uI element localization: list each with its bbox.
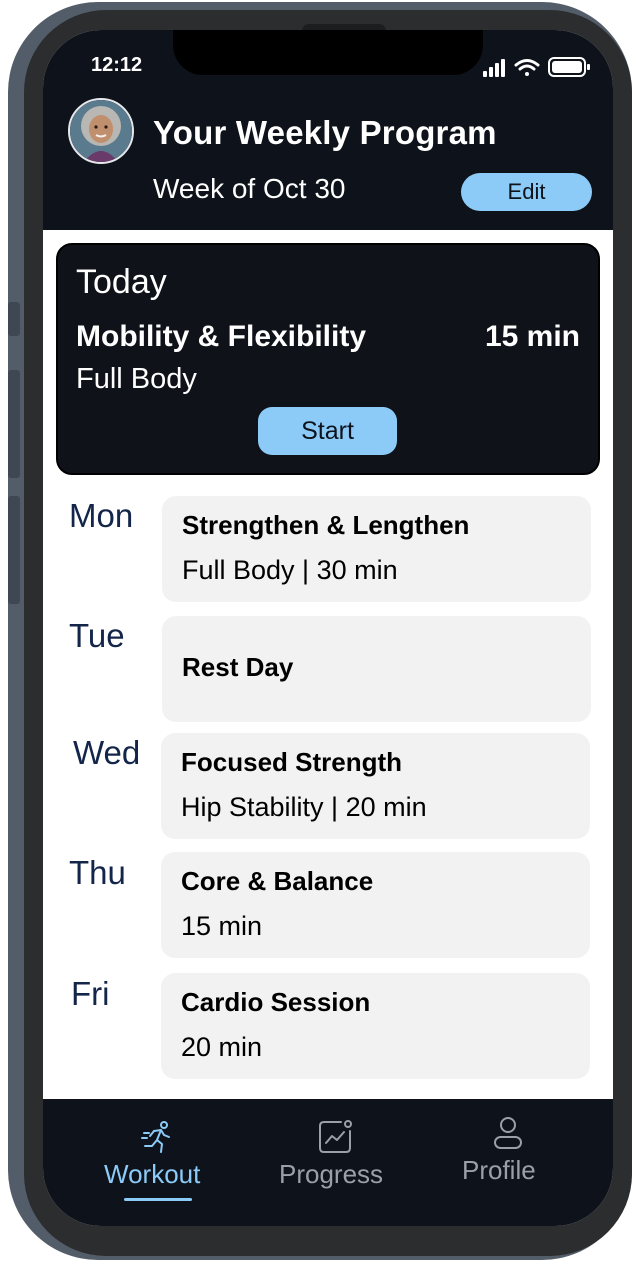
session-detail: 15 min — [181, 911, 263, 941]
start-button[interactable]: Start — [258, 407, 397, 455]
day-label-wed: Wed — [73, 734, 141, 771]
page-title: Your Weekly Program — [153, 114, 497, 151]
nav-item-profile[interactable]: Profile — [448, 1099, 568, 1226]
session-detail: Full Body | 30 min — [182, 555, 398, 585]
session-title: Core & Balance — [181, 866, 374, 896]
volume-up-button — [8, 370, 20, 478]
running-person-icon — [141, 1121, 170, 1153]
today-heading: Today — [76, 263, 167, 301]
session-title: Strengthen & Lengthen — [182, 510, 470, 540]
nav-label-progress: Progress — [279, 1159, 384, 1189]
session-detail: 20 min — [181, 1032, 263, 1062]
session-card-tue[interactable]: Rest Day — [162, 616, 591, 722]
day-label-mon: Mon — [69, 497, 134, 534]
week-label: Week of Oct 30 — [153, 173, 346, 204]
session-card-fri[interactable]: Cardio Session 20 min — [161, 973, 590, 1079]
session-title: Cardio Session — [181, 987, 371, 1017]
app-screen: 12:12 Your Weekly Program Week of Oct 30… — [43, 30, 613, 1226]
volume-down-button — [8, 496, 20, 604]
nav-item-progress[interactable]: Progress — [275, 1099, 395, 1226]
session-detail: Hip Stability | 20 min — [181, 792, 427, 822]
session-card-mon[interactable]: Strengthen & Lengthen Full Body | 30 min — [162, 496, 591, 602]
nav-item-workout[interactable]: Workout — [98, 1099, 218, 1226]
chart-icon — [319, 1120, 352, 1153]
session-card-thu[interactable]: Core & Balance 15 min — [161, 852, 590, 958]
silent-switch — [8, 302, 20, 336]
edit-button[interactable]: Edit — [461, 173, 592, 211]
status-time: 12:12 — [91, 54, 143, 76]
session-card-wed[interactable]: Focused Strength Hip Stability | 20 min — [161, 733, 590, 839]
app-header: 12:12 Your Weekly Program Week of Oct 30… — [43, 30, 613, 230]
avatar-image — [70, 100, 132, 162]
session-title: Rest Day — [182, 652, 294, 682]
active-tab-indicator — [124, 1198, 192, 1201]
today-workout-duration: 15 min — [484, 320, 580, 353]
status-icons — [483, 57, 590, 77]
battery-icon — [548, 57, 590, 77]
phone-frame: 12:12 Your Weekly Program Week of Oct 30… — [8, 2, 632, 1260]
person-icon — [494, 1117, 522, 1149]
nav-label-profile: Profile — [462, 1155, 536, 1185]
day-label-tue: Tue — [69, 617, 125, 654]
day-label-fri: Fri — [71, 975, 110, 1012]
camera-notch — [173, 30, 483, 75]
today-card: Today Mobility & Flexibility 15 min Full… — [56, 243, 600, 475]
signal-icon — [483, 59, 505, 77]
bottom-nav: Workout Progress Profile — [43, 1099, 613, 1226]
day-label-thu: Thu — [69, 854, 126, 891]
today-workout-title: Mobility & Flexibility — [76, 320, 367, 353]
nav-label-workout: Workout — [104, 1159, 201, 1189]
today-workout-focus: Full Body — [76, 363, 197, 395]
wifi-icon — [514, 59, 540, 76]
session-title: Focused Strength — [181, 747, 403, 777]
user-avatar[interactable] — [68, 98, 134, 164]
